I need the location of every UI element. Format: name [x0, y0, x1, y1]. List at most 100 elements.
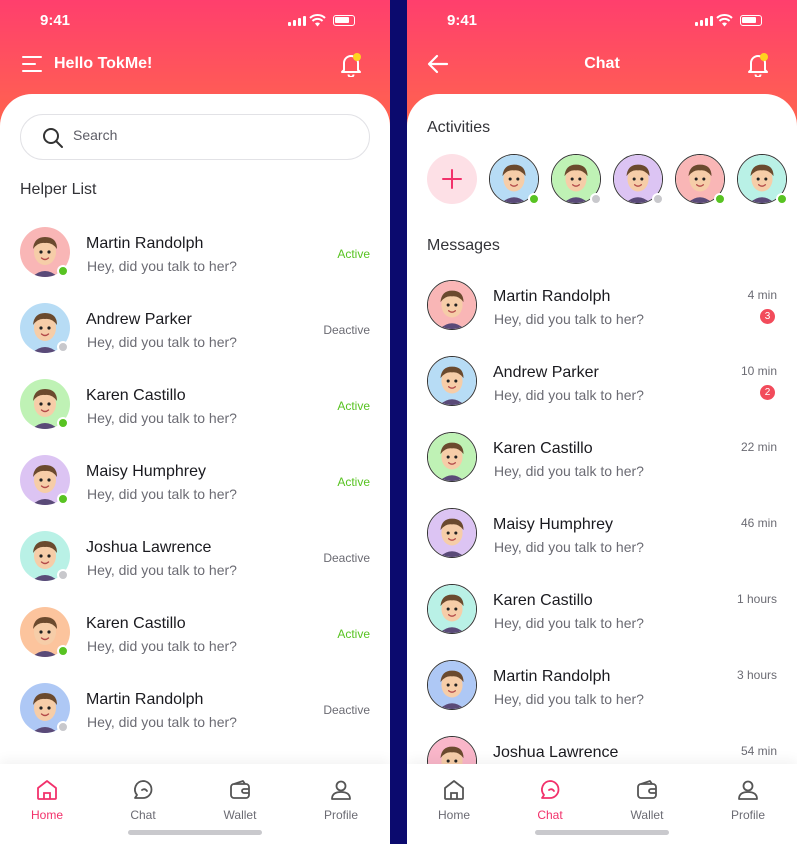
contact-name: Andrew Parker — [493, 364, 599, 381]
message-row[interactable]: Maisy Humphrey Hey, did you talk to her? 4… — [407, 508, 797, 584]
contact-name: Maisy Humphrey — [493, 516, 614, 533]
helper-row[interactable]: Karen Castillo Hey, did you talk to her? A… — [0, 379, 390, 455]
presence-dot — [57, 265, 69, 277]
activity-avatar[interactable] — [551, 154, 602, 205]
tab-home[interactable]: Home — [12, 772, 82, 822]
message-preview: Hey, did you talk to her? — [494, 463, 644, 479]
helper-row[interactable]: Martin Randolph Hey, did you talk to her?… — [0, 683, 390, 759]
message-preview: Hey, did you talk to her? — [494, 615, 644, 631]
helper-name: Martin Randolph — [86, 235, 204, 252]
content-sheet: Activities Messages Martin Randolph Hey, … — [407, 94, 797, 844]
message-row[interactable]: Andrew Parker Hey, did you talk to her? 10… — [407, 356, 797, 432]
helper-message: Hey, did you talk to her? — [87, 410, 237, 426]
wifi-icon — [716, 14, 733, 27]
home-screen: 9:41 Hello TokMe! Helper List Martin Ran… — [0, 0, 390, 844]
tab-label: Chat — [130, 808, 156, 822]
message-time: 46 min — [740, 516, 777, 530]
message-preview: Hey, did you talk to her? — [494, 539, 644, 555]
message-time: 3 hours — [736, 668, 777, 682]
helper-name: Martin Randolph — [86, 691, 204, 708]
avatar — [427, 508, 477, 558]
page-title: Chat — [584, 55, 620, 72]
message-row[interactable]: Karen Castillo Hey, did you talk to her? 2… — [407, 432, 797, 508]
helper-message: Hey, did you talk to her? — [87, 258, 237, 274]
tab-wallet[interactable]: Wallet — [612, 772, 682, 822]
profile-icon — [713, 778, 783, 802]
tab-label: Home — [30, 808, 63, 822]
message-row[interactable]: Karen Castillo Hey, did you talk to her? 1… — [407, 584, 797, 660]
helper-row[interactable]: Joshua Lawrence Hey, did you talk to her?… — [0, 531, 390, 607]
helper-row[interactable]: Maisy Humphrey Hey, did you talk to her? A… — [0, 455, 390, 531]
status-label: Active — [337, 627, 370, 641]
search-input[interactable] — [73, 127, 353, 143]
menu-icon[interactable] — [22, 56, 42, 72]
messages-title: Messages — [427, 237, 500, 254]
home-icon — [419, 778, 489, 802]
top-bar: Hello TokMe! — [0, 50, 390, 80]
avatar — [427, 660, 477, 710]
message-time: 22 min — [740, 440, 777, 454]
tab-home[interactable]: Home — [419, 772, 489, 822]
contact-name: Karen Castillo — [493, 440, 593, 457]
top-bar: Chat — [407, 50, 797, 80]
status-label: Deactive — [323, 703, 370, 717]
helper-row[interactable]: Andrew Parker Hey, did you talk to her? De… — [0, 303, 390, 379]
status-label: Deactive — [323, 551, 370, 565]
unread-badge: 2 — [760, 385, 775, 400]
search-icon — [43, 128, 63, 148]
tab-chat[interactable]: Chat — [108, 772, 178, 822]
activity-avatar[interactable] — [489, 154, 540, 205]
status-time: 9:41 — [447, 12, 478, 29]
avatar — [427, 280, 477, 330]
status-label: Deactive — [323, 323, 370, 337]
chat-icon — [515, 778, 585, 802]
presence-dot — [528, 193, 540, 205]
helper-row[interactable]: Martin Randolph Hey, did you talk to her?… — [0, 227, 390, 303]
helper-message: Hey, did you talk to her? — [87, 638, 237, 654]
helper-row[interactable]: Karen Castillo Hey, did you talk to her? A… — [0, 607, 390, 683]
tab-label: Wallet — [223, 808, 257, 822]
presence-dot — [57, 417, 69, 429]
helper-message: Hey, did you talk to her? — [87, 562, 237, 578]
message-time: 1 hours — [736, 592, 777, 606]
contact-name: Karen Castillo — [493, 592, 593, 609]
presence-dot — [57, 721, 69, 733]
tab-label: Wallet — [630, 808, 664, 822]
presence-dot — [57, 645, 69, 657]
status-label: Active — [337, 247, 370, 261]
presence-dot — [590, 193, 602, 205]
message-time: 4 min — [747, 288, 777, 302]
tab-profile[interactable]: Profile — [713, 772, 783, 822]
avatar — [427, 432, 477, 482]
wifi-icon — [309, 14, 326, 27]
tab-label: Chat — [537, 808, 563, 822]
content-sheet: Helper List Martin Randolph Hey, did you … — [0, 94, 390, 844]
tab-wallet[interactable]: Wallet — [205, 772, 275, 822]
add-activity-button[interactable] — [427, 154, 477, 204]
helper-list-title: Helper List — [20, 181, 97, 198]
status-bar: 9:41 — [0, 12, 390, 32]
unread-badge: 3 — [760, 309, 775, 324]
helper-name: Maisy Humphrey — [86, 463, 207, 480]
search-bar[interactable] — [20, 114, 370, 160]
status-time: 9:41 — [40, 12, 71, 29]
activity-avatar[interactable] — [675, 154, 726, 205]
message-row[interactable]: Martin Randolph Hey, did you talk to her?… — [407, 660, 797, 736]
helper-message: Hey, did you talk to her? — [87, 486, 237, 502]
tab-profile[interactable]: Profile — [306, 772, 376, 822]
presence-dot — [57, 493, 69, 505]
home-indicator — [535, 830, 669, 835]
home-indicator — [128, 830, 262, 835]
greeting-title: Hello TokMe! — [54, 55, 153, 72]
tab-chat[interactable]: Chat — [515, 772, 585, 822]
activity-avatar[interactable] — [737, 154, 788, 205]
message-row[interactable]: Martin Randolph Hey, did you talk to her?… — [407, 280, 797, 356]
message-time: 54 min — [740, 744, 777, 758]
tab-label: Profile — [730, 808, 765, 822]
notification-dot — [760, 53, 768, 61]
activity-avatar[interactable] — [613, 154, 664, 205]
presence-dot — [57, 569, 69, 581]
status-bar: 9:41 — [407, 12, 797, 32]
status-label: Active — [337, 399, 370, 413]
helper-message: Hey, did you talk to her? — [87, 334, 237, 350]
